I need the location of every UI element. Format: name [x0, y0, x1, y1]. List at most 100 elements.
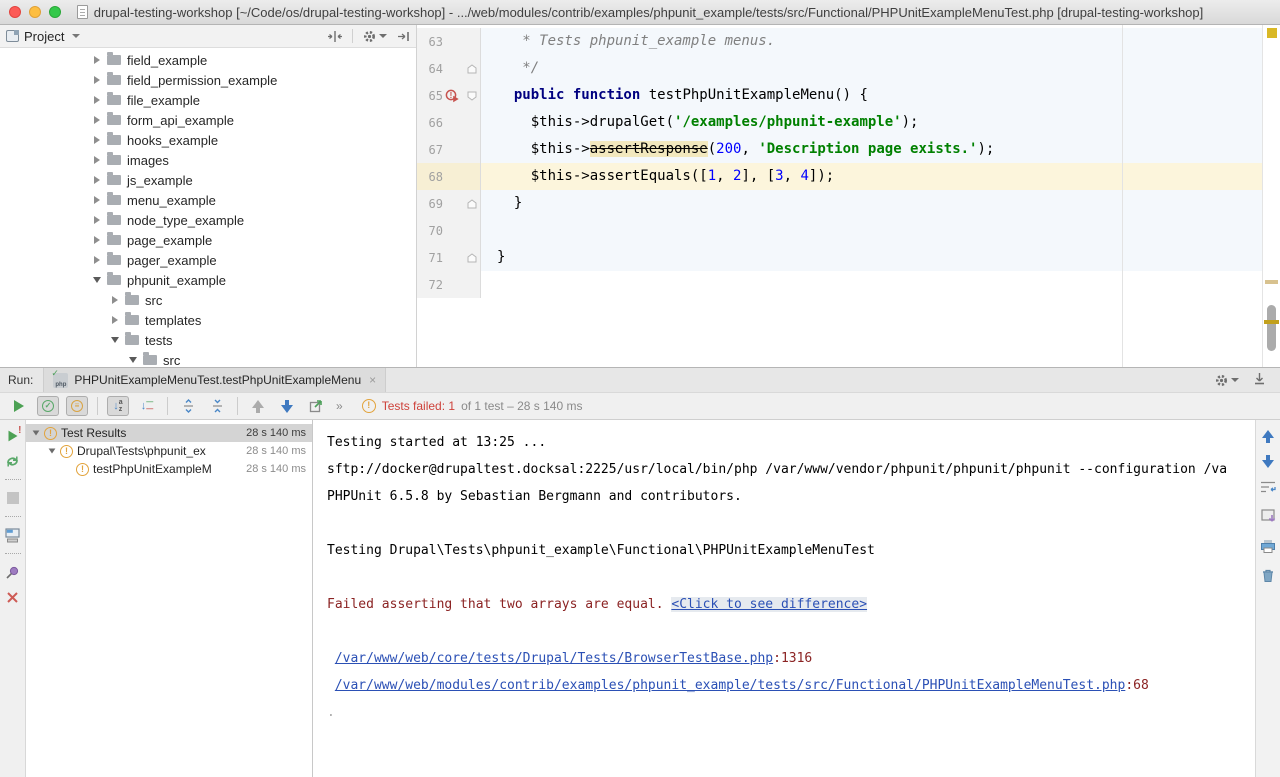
chevron-expanded-icon[interactable]: [128, 357, 138, 363]
project-tree-item[interactable]: js_example: [0, 170, 416, 190]
rerun-button[interactable]: [8, 396, 30, 416]
project-tree-item[interactable]: phpunit_example: [0, 270, 416, 290]
project-tree-item[interactable]: src: [0, 350, 416, 367]
more-options-chevron[interactable]: »: [336, 399, 343, 413]
rerun-failed-tests-button[interactable]: !: [5, 428, 21, 444]
hide-run-panel-button[interactable]: [1253, 372, 1266, 388]
fold-marker-icon[interactable]: [465, 91, 478, 101]
soft-wrap-button[interactable]: [1260, 480, 1276, 497]
up-stack-trace-button[interactable]: [1262, 430, 1274, 443]
code-text[interactable]: [481, 217, 1262, 244]
fold-marker-icon[interactable]: [465, 253, 478, 263]
collapse-all-button[interactable]: [206, 396, 228, 416]
scrollbar-thumb[interactable]: [1267, 305, 1276, 351]
project-tree-item[interactable]: menu_example: [0, 190, 416, 210]
project-tree-item[interactable]: field_permission_example: [0, 70, 416, 90]
editor-line[interactable]: 70: [417, 217, 1262, 244]
warning-stripe-mark[interactable]: [1265, 280, 1278, 284]
locate-file-button[interactable]: [328, 30, 342, 43]
project-tree-item[interactable]: src: [0, 290, 416, 310]
fold-marker-icon[interactable]: [465, 64, 478, 74]
editor-line[interactable]: 63 * Tests phpunit_example menus.: [417, 28, 1262, 55]
close-run-panel-button[interactable]: [5, 589, 21, 605]
project-tree-item[interactable]: file_example: [0, 90, 416, 110]
previous-failed-test-button[interactable]: [247, 396, 269, 416]
console-link[interactable]: /var/www/web/modules/contrib/examples/ph…: [335, 678, 1126, 693]
project-tree-item[interactable]: images: [0, 150, 416, 170]
test-tree-item[interactable]: Drupal\Tests\phpunit_ex28 s 140 ms: [26, 442, 312, 460]
code-text[interactable]: * Tests phpunit_example menus.: [481, 28, 1262, 55]
project-tree-item[interactable]: field_example: [0, 50, 416, 70]
rerun-test-button[interactable]: [5, 453, 21, 469]
file-warnings-indicator[interactable]: [1267, 28, 1277, 38]
project-tree-item[interactable]: form_api_example: [0, 110, 416, 130]
chevron-collapsed-icon[interactable]: [92, 256, 102, 264]
console-link[interactable]: <Click to see difference>: [671, 597, 867, 612]
fold-marker-icon[interactable]: [465, 199, 478, 209]
clear-all-button[interactable]: [1261, 568, 1275, 586]
expand-all-button[interactable]: [177, 396, 199, 416]
chevron-collapsed-icon[interactable]: [92, 196, 102, 204]
editor-scrollbar[interactable]: [1262, 25, 1280, 367]
chevron-expanded-icon[interactable]: [46, 448, 58, 454]
chevron-collapsed-icon[interactable]: [92, 136, 102, 144]
project-view-selector[interactable]: Project: [6, 29, 80, 44]
editor-line[interactable]: 64 */: [417, 55, 1262, 82]
test-console-output[interactable]: Testing started at 13:25 ...sftp://docke…: [313, 420, 1255, 777]
code-text[interactable]: }: [481, 244, 1262, 271]
chevron-collapsed-icon[interactable]: [92, 156, 102, 164]
caret-stripe-mark[interactable]: [1264, 320, 1279, 324]
code-text[interactable]: $this->drupalGet('/examples/phpunit-exam…: [481, 109, 1262, 136]
test-tree-item[interactable]: Test Results28 s 140 ms: [26, 424, 312, 442]
editor-line[interactable]: 67 $this->assertResponse(200, 'Descripti…: [417, 136, 1262, 163]
hide-panel-button[interactable]: [397, 30, 410, 43]
editor-line[interactable]: 68 $this->assertEquals([1, 2], [3, 4]);: [417, 163, 1262, 190]
chevron-collapsed-icon[interactable]: [92, 216, 102, 224]
test-tree-item[interactable]: testPhpUnitExampleM28 s 140 ms: [26, 460, 312, 478]
down-stack-trace-button[interactable]: [1262, 455, 1274, 468]
stop-button[interactable]: [5, 490, 21, 506]
chevron-collapsed-icon[interactable]: [110, 316, 120, 324]
chevron-expanded-icon[interactable]: [110, 337, 120, 343]
chevron-collapsed-icon[interactable]: [92, 76, 102, 84]
project-settings-button[interactable]: [363, 30, 387, 43]
scroll-to-end-button[interactable]: [1261, 509, 1276, 527]
editor-line[interactable]: 69 }: [417, 190, 1262, 217]
zoom-window-button[interactable]: [49, 6, 61, 18]
code-editor[interactable]: 63 * Tests phpunit_example menus.64 */65…: [417, 25, 1280, 367]
show-passed-button[interactable]: ✓: [37, 396, 59, 416]
sort-by-duration-button[interactable]: ↓——: [136, 396, 158, 416]
editor-line[interactable]: 66 $this->drupalGet('/examples/phpunit-e…: [417, 109, 1262, 136]
project-tree-item[interactable]: hooks_example: [0, 130, 416, 150]
project-tree-item[interactable]: pager_example: [0, 250, 416, 270]
failed-test-run-icon[interactable]: !: [445, 89, 460, 103]
chevron-expanded-icon[interactable]: [30, 430, 42, 436]
console-link[interactable]: /var/www/web/core/tests/Drupal/Tests/Bro…: [335, 651, 773, 666]
code-text[interactable]: $this->assertResponse(200, 'Description …: [481, 136, 1262, 163]
chevron-collapsed-icon[interactable]: [110, 296, 120, 304]
code-text[interactable]: */: [481, 55, 1262, 82]
editor-line[interactable]: 71}: [417, 244, 1262, 271]
project-tree-item[interactable]: node_type_example: [0, 210, 416, 230]
run-settings-button[interactable]: [1215, 374, 1239, 387]
next-failed-test-button[interactable]: [276, 396, 298, 416]
chevron-collapsed-icon[interactable]: [92, 56, 102, 64]
chevron-collapsed-icon[interactable]: [92, 116, 102, 124]
restore-layout-button[interactable]: [5, 527, 21, 543]
run-tab[interactable]: ✓ php PHPUnitExampleMenuTest.testPhpUnit…: [43, 368, 386, 392]
project-tree-item[interactable]: tests: [0, 330, 416, 350]
print-button[interactable]: [1260, 539, 1276, 556]
show-ignored-button[interactable]: ≡: [66, 396, 88, 416]
editor-line[interactable]: 72: [417, 271, 1262, 298]
chevron-collapsed-icon[interactable]: [92, 96, 102, 104]
code-text[interactable]: public function testPhpUnitExampleMenu()…: [481, 82, 1262, 109]
chevron-collapsed-icon[interactable]: [92, 176, 102, 184]
chevron-collapsed-icon[interactable]: [92, 236, 102, 244]
chevron-expanded-icon[interactable]: [92, 277, 102, 283]
code-text[interactable]: $this->assertEquals([1, 2], [3, 4]);: [481, 163, 1262, 190]
code-text[interactable]: }: [481, 190, 1262, 217]
minimize-window-button[interactable]: [29, 6, 41, 18]
pin-tab-button[interactable]: [5, 564, 21, 580]
close-tab-icon[interactable]: ×: [369, 373, 376, 387]
editor-line[interactable]: 65! public function testPhpUnitExampleMe…: [417, 82, 1262, 109]
